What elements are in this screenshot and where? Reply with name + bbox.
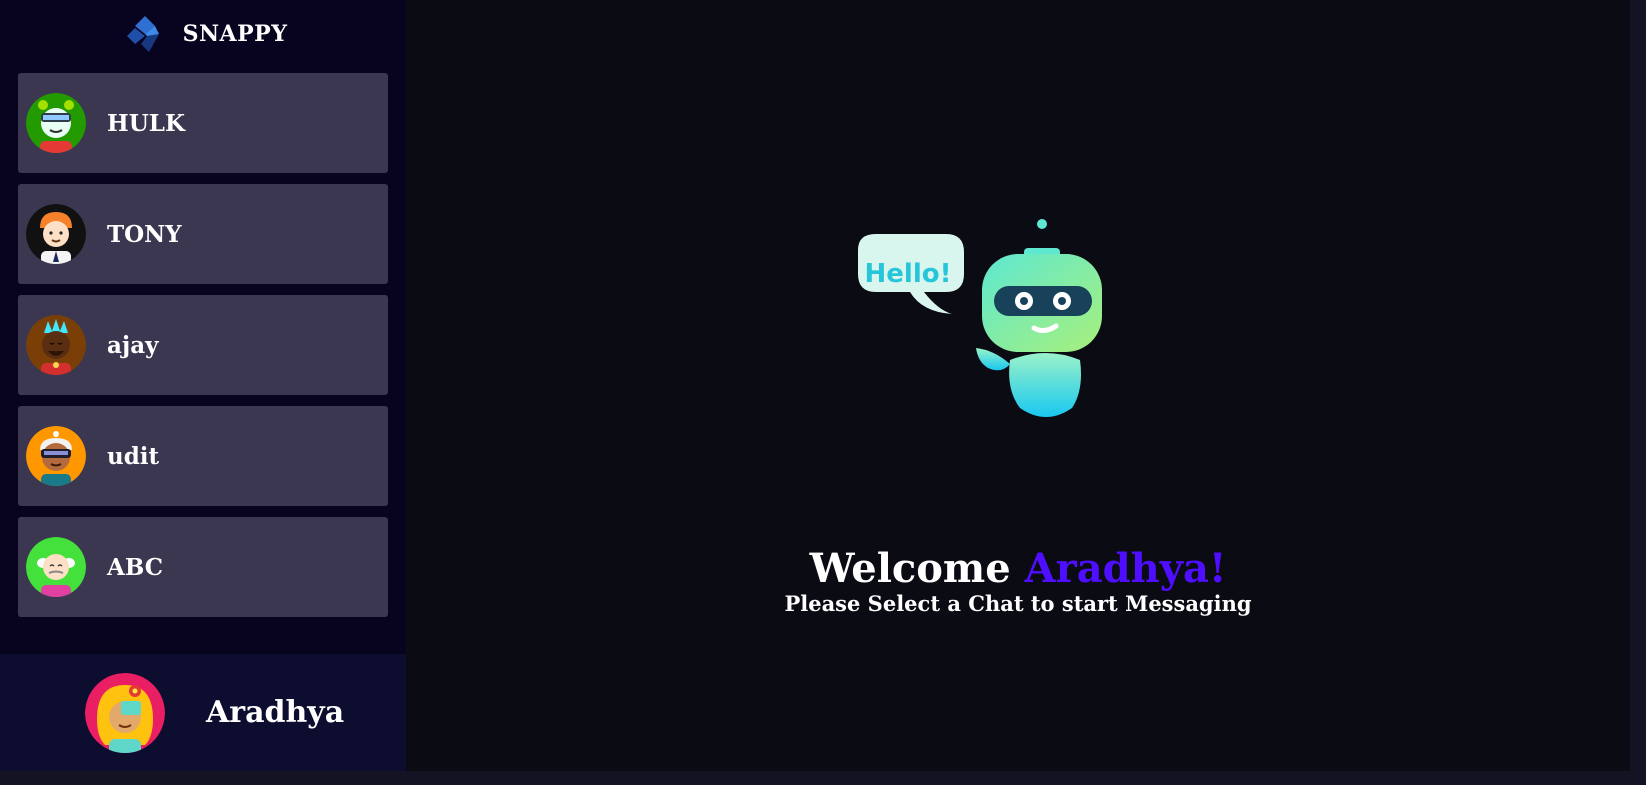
snappy-logo-icon <box>126 16 159 52</box>
contact-item-abc[interactable]: ABC <box>18 517 388 617</box>
brand-header: SNAPPY <box>0 0 406 68</box>
chat-app: SNAPPY HULK TONY ajay udit ABC Aradhya H… <box>0 0 1630 771</box>
contacts-sidebar: SNAPPY HULK TONY ajay udit ABC Aradhya <box>0 0 406 771</box>
avatar-aradhya-icon <box>85 672 165 753</box>
avatar-ajay-icon <box>26 315 86 375</box>
welcome-panel: Hello! Welcome Aradhya! Please Select a … <box>406 0 1630 771</box>
brand-name: SNAPPY <box>182 21 288 47</box>
contact-name: TONY <box>107 220 182 248</box>
welcome-greeting: Welcome <box>809 545 1025 592</box>
bubble-text: Hello! <box>865 259 952 289</box>
avatar-tony-icon <box>26 204 86 264</box>
current-user-name: Aradhya <box>206 695 345 730</box>
contact-name: ajay <box>107 331 159 359</box>
avatar-abc-icon <box>26 537 86 597</box>
current-user-panel: Aradhya <box>0 654 406 771</box>
contact-item-udit[interactable]: udit <box>18 406 388 506</box>
welcome-subtitle: Please Select a Chat to start Messaging <box>784 591 1252 616</box>
robot-hello-icon: Hello! <box>858 219 1102 417</box>
welcome-message: Welcome Aradhya! Please Select a Chat to… <box>406 545 1630 616</box>
avatar-hulk-icon <box>26 93 86 153</box>
welcome-title: Welcome Aradhya! <box>406 545 1630 593</box>
contact-item-tony[interactable]: TONY <box>18 184 388 284</box>
avatar-udit-icon <box>26 426 86 486</box>
contact-item-hulk[interactable]: HULK <box>18 73 388 173</box>
contact-name: ABC <box>107 553 164 581</box>
welcome-user-name: Aradhya! <box>1024 545 1227 592</box>
contact-name: HULK <box>107 109 185 137</box>
contact-item-ajay[interactable]: ajay <box>18 295 388 395</box>
contact-list: HULK TONY ajay udit ABC <box>0 73 406 617</box>
contact-name: udit <box>107 442 160 470</box>
